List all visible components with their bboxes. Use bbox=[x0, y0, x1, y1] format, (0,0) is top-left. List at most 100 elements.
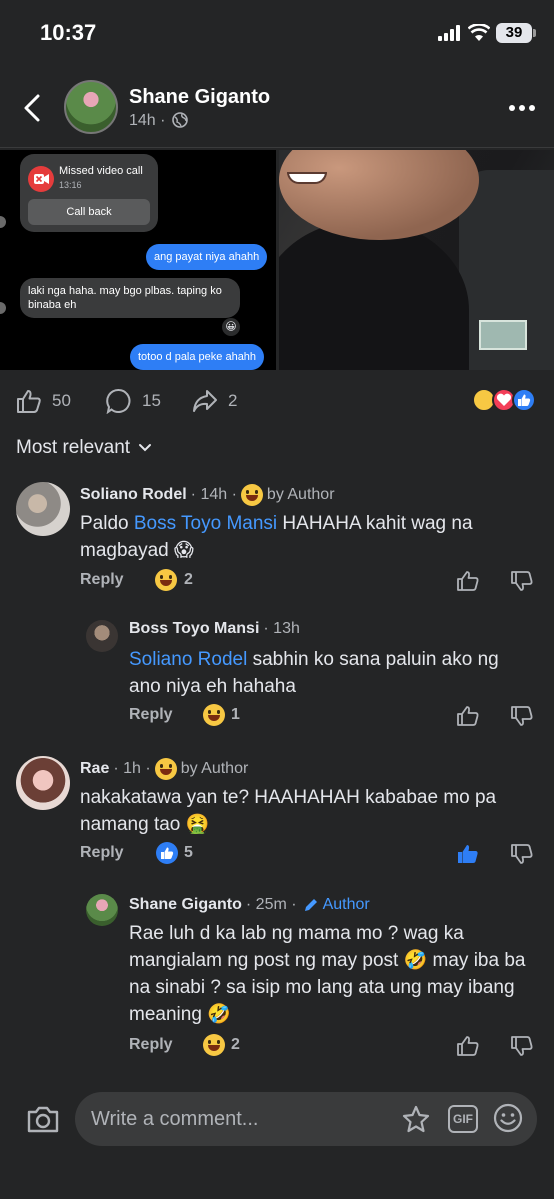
signal-icon bbox=[438, 25, 460, 41]
missed-call-title: Missed video call bbox=[59, 165, 143, 177]
reaction-count: 2 bbox=[231, 1036, 240, 1053]
author-avatar[interactable] bbox=[64, 80, 118, 134]
reaction-emoji-icon: 😀 bbox=[222, 318, 240, 336]
thumbs-up-icon bbox=[17, 390, 41, 413]
missed-call-card: Missed video call 13:16 Call back bbox=[20, 154, 158, 232]
sort-label: Most relevant bbox=[16, 437, 131, 458]
comment-avatar[interactable] bbox=[86, 620, 118, 652]
battery-icon: 39 bbox=[496, 23, 536, 43]
post-time: 14h · bbox=[129, 112, 166, 129]
comment-header: Rae · 1h · by Author bbox=[80, 758, 248, 780]
chat-message: totoo d pala peke ahahh bbox=[130, 344, 265, 370]
status-bar: 10:37 39 bbox=[0, 0, 554, 64]
video-call-icon bbox=[28, 166, 54, 192]
author-badge: by Author bbox=[266, 486, 335, 503]
emoji-picker-icon[interactable] bbox=[492, 1102, 524, 1134]
back-arrow-icon[interactable] bbox=[18, 90, 46, 126]
reply-button[interactable]: Reply bbox=[129, 1036, 173, 1054]
globe-icon bbox=[172, 112, 188, 128]
upvote-icon[interactable] bbox=[456, 569, 480, 593]
chat-avatar bbox=[0, 302, 6, 314]
author-badge: Author bbox=[297, 896, 370, 914]
commenter-name[interactable]: Soliano Rodel bbox=[80, 486, 187, 504]
call-back-button: Call back bbox=[28, 199, 150, 225]
chat-message: laki nga haha. may bgo plbas. taping ko … bbox=[20, 278, 240, 318]
comment-footer: Reply 1 bbox=[129, 704, 539, 728]
avatar-sticker-icon[interactable] bbox=[400, 1104, 432, 1136]
comment-footer: Reply 5 bbox=[80, 842, 540, 866]
mention-link[interactable]: Boss Toyo Mansi bbox=[134, 513, 277, 534]
comment-text: Soliano Rodel sabhin ko sana paluin ako … bbox=[129, 649, 499, 697]
comment-button[interactable]: 15 bbox=[106, 388, 161, 414]
reply-button[interactable]: Reply bbox=[80, 844, 124, 862]
author-badge: by Author bbox=[180, 760, 249, 777]
comment-footer: Reply 2 bbox=[80, 569, 540, 593]
reaction-count: 2 bbox=[184, 571, 193, 588]
comment-footer: Reply 2 bbox=[129, 1034, 539, 1058]
upvote-icon[interactable] bbox=[456, 1034, 480, 1058]
haha-emoji-icon bbox=[203, 704, 225, 726]
share-button[interactable]: 2 bbox=[192, 388, 237, 414]
reply-button[interactable]: Reply bbox=[80, 571, 124, 589]
downvote-icon[interactable] bbox=[510, 1034, 534, 1058]
haha-emoji-icon bbox=[240, 484, 263, 506]
chevron-down-icon bbox=[139, 444, 152, 452]
comment-bubble-icon bbox=[106, 388, 131, 414]
face-shape bbox=[279, 150, 479, 240]
reaction-count: 1 bbox=[231, 706, 240, 723]
clock: 10:37 bbox=[40, 20, 97, 45]
post-header: Shane Giganto 14h · bbox=[0, 72, 554, 148]
comment-text: Rae luh d ka lab ng mama mo ? wag ka man… bbox=[129, 923, 526, 1025]
chat-message: ang payat niya ahahh bbox=[146, 244, 268, 270]
haha-emoji-icon bbox=[203, 1034, 225, 1056]
share-count: 2 bbox=[228, 391, 238, 410]
comment-text: nakakatawa yan te? HAAHAHAH kababae mo p… bbox=[80, 787, 497, 835]
comment-time: · 25m · bbox=[245, 896, 297, 913]
package-shape bbox=[479, 320, 527, 350]
pencil-icon bbox=[304, 899, 317, 911]
chat-avatar bbox=[0, 216, 6, 228]
commenter-name[interactable]: Rae bbox=[80, 760, 109, 778]
post-actions: 50 15 2 bbox=[0, 372, 554, 428]
mention-link[interactable]: Soliano Rodel bbox=[129, 649, 247, 670]
comment-count: 15 bbox=[142, 391, 161, 410]
camera-icon[interactable] bbox=[26, 1104, 60, 1134]
more-options-icon[interactable] bbox=[508, 104, 536, 112]
haha-emoji-icon bbox=[155, 569, 177, 591]
like-button[interactable]: 50 bbox=[16, 388, 71, 414]
commenter-name[interactable]: Shane Giganto bbox=[129, 896, 242, 914]
share-arrow-icon bbox=[193, 390, 217, 412]
comment-avatar[interactable] bbox=[86, 894, 118, 926]
comment-avatar[interactable] bbox=[16, 756, 70, 810]
upvote-filled-icon[interactable] bbox=[456, 842, 480, 866]
comment-avatar[interactable] bbox=[16, 482, 70, 536]
post-image-chat-screenshot[interactable]: Missed video call 13:16 Call back ang pa… bbox=[0, 150, 276, 370]
comment-text: Paldo Boss Toyo Mansi HAHAHA kahit wag n… bbox=[80, 513, 473, 561]
sort-comments-dropdown[interactable]: Most relevant bbox=[16, 437, 152, 459]
downvote-icon[interactable] bbox=[510, 704, 534, 728]
missed-call-time: 13:16 bbox=[59, 180, 82, 190]
commenter-name[interactable]: Boss Toyo Mansi bbox=[129, 620, 259, 638]
comment-time: · 13h bbox=[263, 620, 300, 637]
like-count: 50 bbox=[52, 391, 71, 410]
downvote-icon[interactable] bbox=[510, 842, 534, 866]
shirt-shape bbox=[279, 220, 469, 370]
upvote-icon[interactable] bbox=[456, 704, 480, 728]
haha-emoji-icon bbox=[154, 758, 177, 780]
comment-header: Boss Toyo Mansi · 13h bbox=[129, 620, 300, 638]
comment-input-box[interactable]: GIF bbox=[75, 1092, 537, 1146]
reaction-count: 5 bbox=[184, 844, 193, 861]
like-react-icon bbox=[512, 388, 536, 412]
downvote-icon[interactable] bbox=[510, 569, 534, 593]
gif-button[interactable]: GIF bbox=[448, 1105, 478, 1133]
wifi-icon bbox=[468, 24, 490, 41]
like-react-icon bbox=[156, 842, 178, 864]
comment-input[interactable] bbox=[91, 1092, 391, 1146]
comment-time: · 14h · bbox=[190, 486, 237, 503]
reaction-summary[interactable] bbox=[472, 388, 540, 414]
comment-time: · 1h · bbox=[113, 760, 151, 777]
post-image-selfie[interactable] bbox=[279, 150, 554, 370]
reply-button[interactable]: Reply bbox=[129, 706, 173, 724]
comment-header: Soliano Rodel · 14h · by Author bbox=[80, 484, 335, 506]
author-name[interactable]: Shane Giganto bbox=[129, 86, 270, 109]
